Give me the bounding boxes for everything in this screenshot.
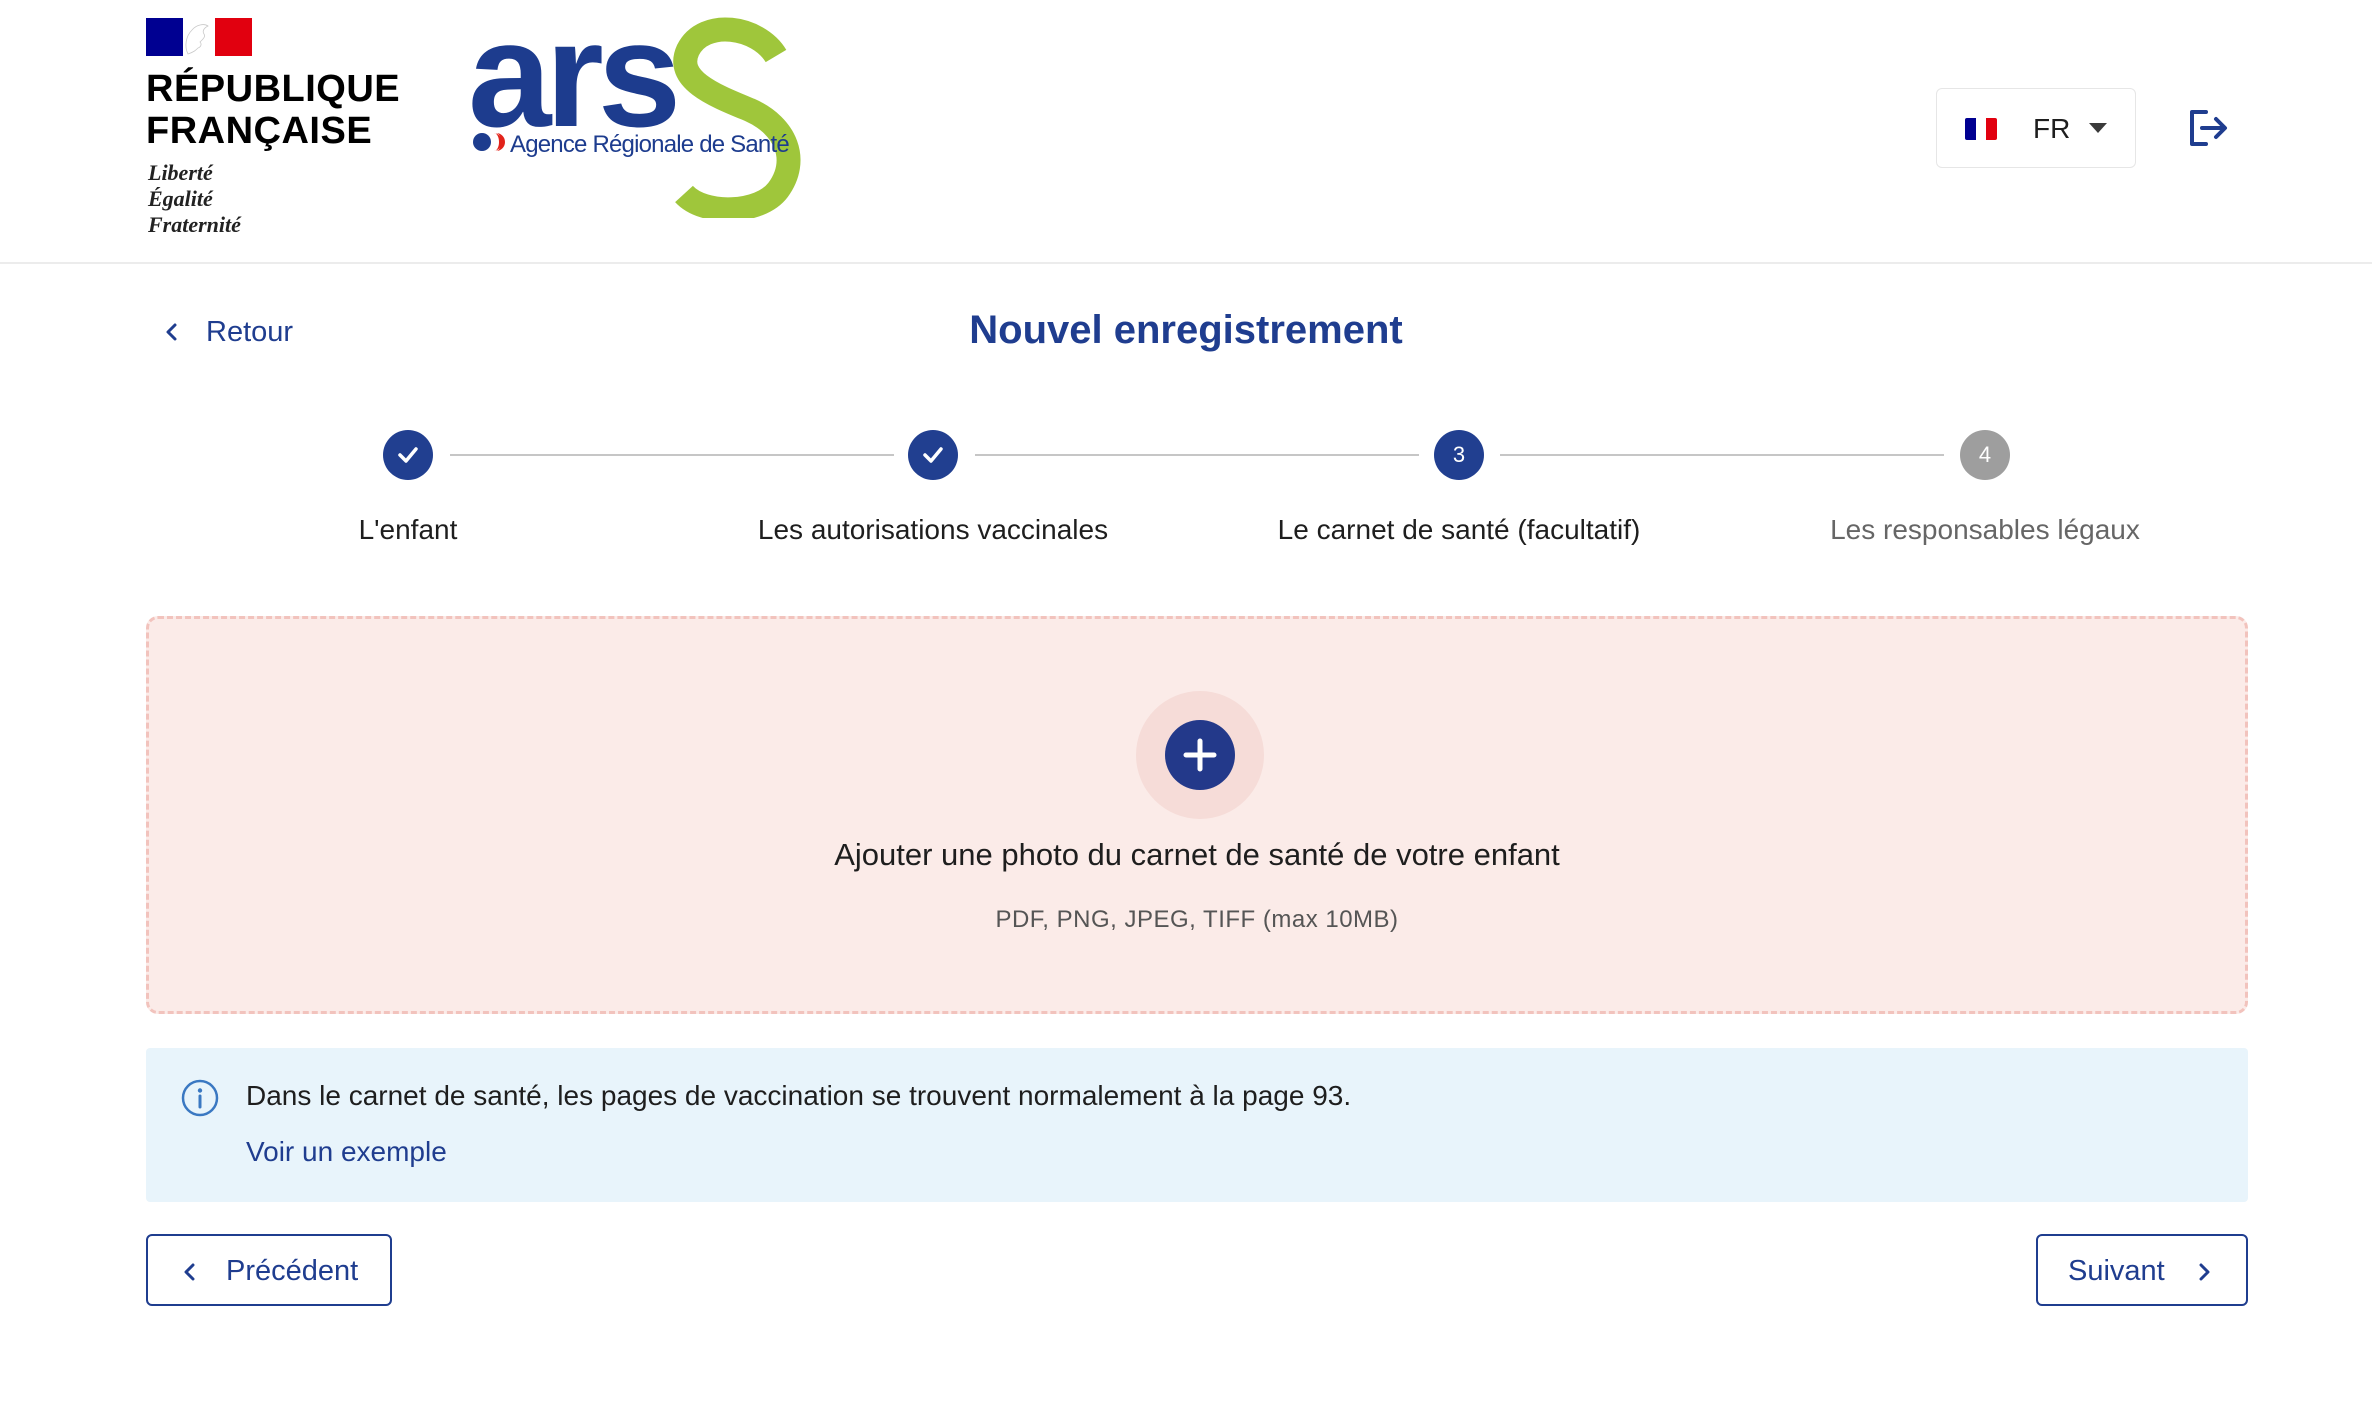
upload-title: Ajouter une photo du carnet de santé de … (834, 837, 1560, 872)
header: RÉPUBLIQUE FRANÇAISE Liberté Égalité Fra… (0, 0, 2372, 264)
step-4-label: Les responsables légaux (1830, 514, 2140, 545)
logout-icon (2190, 110, 2227, 146)
upload-hint: PDF, PNG, JPEG, TIFF (max 10MB) (995, 906, 1399, 933)
previous-button-label: Précédent (226, 1255, 359, 1287)
step-2-label: Les autorisations vaccinales (757, 514, 1109, 545)
chevron-left-icon (166, 323, 177, 341)
logout-button[interactable] (2182, 102, 2234, 154)
check-icon (923, 447, 943, 463)
step-1-indicator (383, 430, 433, 480)
republique-motto: Liberté Égalité Fraternité (148, 160, 241, 237)
chevron-left-icon (184, 1263, 195, 1281)
step-1-label: L'enfant (358, 514, 458, 545)
republique-francaise-logo: RÉPUBLIQUE FRANÇAISE Liberté Égalité Fra… (146, 18, 406, 243)
check-icon (398, 447, 418, 463)
step-connector (450, 454, 894, 456)
upload-dropzone[interactable]: Ajouter une photo du carnet de santé de … (146, 616, 2248, 1014)
caret-down-icon (2089, 123, 2107, 133)
plus-icon (1183, 738, 1217, 772)
step-2-indicator (908, 430, 958, 480)
language-selector[interactable]: FR (1936, 88, 2136, 168)
step-3-indicator: 3 (1434, 430, 1484, 480)
step-3-label: Le carnet de santé (facultatif) (1277, 514, 1641, 545)
next-button[interactable]: Suivant (2036, 1234, 2248, 1306)
back-link[interactable]: Retour (160, 312, 293, 352)
step-4-indicator: 4 (1960, 430, 2010, 480)
info-icon (181, 1079, 219, 1117)
step-connector (1500, 454, 1944, 456)
ars-logo-tagline: Agence Régionale de Santé (510, 131, 789, 158)
step-connector (975, 454, 1419, 456)
back-link-label: Retour (206, 315, 294, 348)
next-button-label: Suivant (2068, 1255, 2165, 1287)
page-title: Nouvel enregistrement (969, 308, 1403, 352)
ars-logo: ars Agence Régionale de Santé (468, 14, 801, 218)
chevron-right-icon (2199, 1263, 2210, 1281)
info-box: Dans le carnet de santé, les pages de va… (146, 1048, 2248, 1202)
add-photo-button[interactable] (1165, 720, 1235, 790)
republique-name: RÉPUBLIQUE FRANÇAISE (146, 68, 401, 152)
french-flag-icon (1965, 118, 1997, 140)
previous-button[interactable]: Précédent (146, 1234, 392, 1306)
see-example-link[interactable]: Voir un exemple (246, 1134, 447, 1170)
stepper: 3 4 L'enfant Les autorisations vaccinale… (0, 430, 2372, 560)
language-value: FR (2033, 113, 2071, 144)
info-text: Dans le carnet de santé, les pages de va… (246, 1080, 1352, 1111)
marianne-flag-icon (146, 18, 252, 56)
